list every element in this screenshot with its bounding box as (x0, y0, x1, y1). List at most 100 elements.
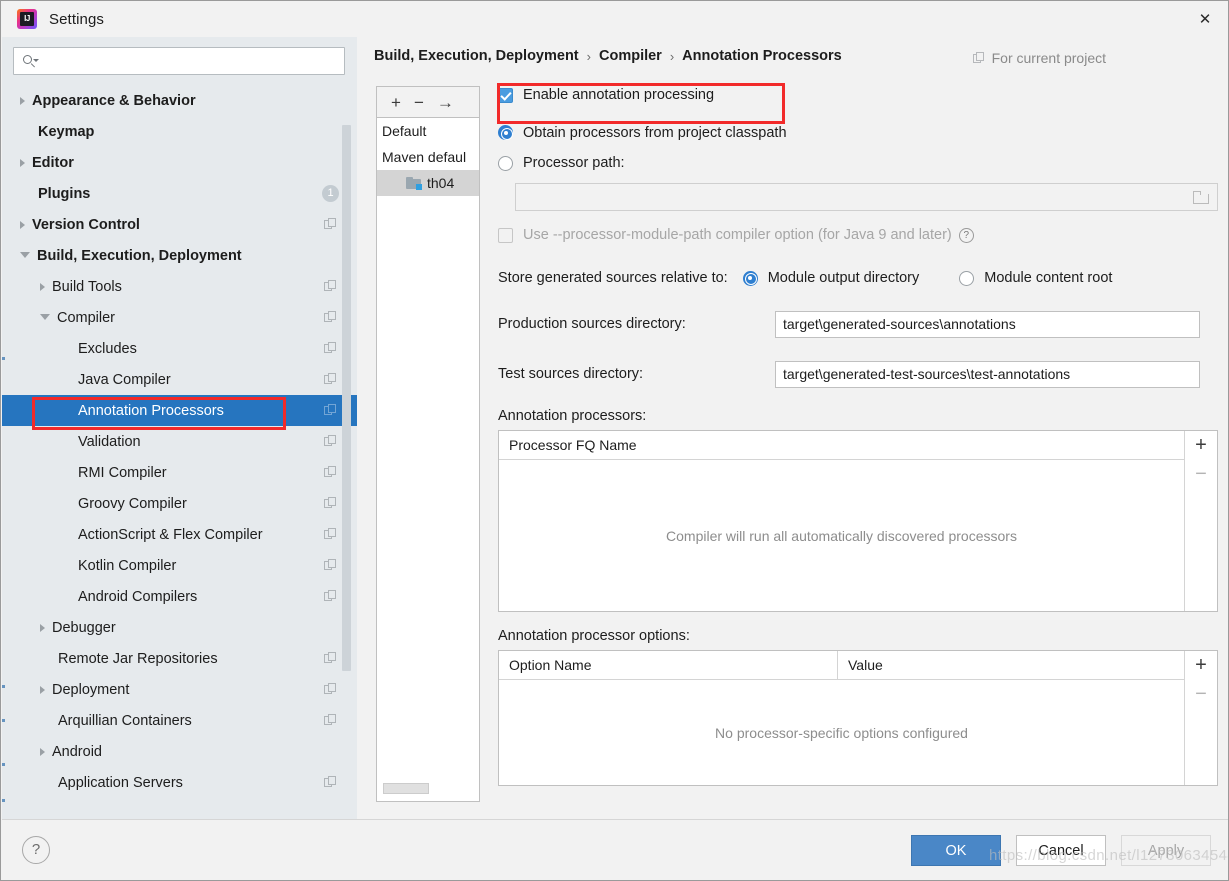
chevron-right-icon[interactable] (40, 282, 45, 291)
sidebar-item-label: Version Control (32, 216, 140, 233)
edge-artifact (2, 763, 5, 766)
chevron-down-icon[interactable] (40, 313, 50, 324)
sidebar-item-arquillian-containers[interactable]: Arquillian Containers (2, 705, 357, 736)
processor-module-path-checkbox[interactable] (498, 227, 513, 243)
obtain-from-classpath-row[interactable]: Obtain processors from project classpath (498, 117, 1218, 148)
test-sources-input[interactable] (775, 360, 1200, 388)
edge-artifact (2, 719, 5, 722)
processor-path-row[interactable]: Processor path: (498, 148, 1218, 178)
processor-path-input[interactable] (515, 183, 1218, 211)
add-profile-button[interactable]: + (391, 94, 401, 111)
breadcrumb-separator: › (669, 48, 675, 64)
sidebar-item-editor[interactable]: Editor (2, 147, 357, 178)
sidebar-scrollbar-thumb[interactable] (342, 125, 351, 671)
ok-button[interactable]: OK (911, 835, 1001, 866)
chevron-right-icon[interactable] (40, 685, 45, 694)
sidebar-item-build-tools[interactable]: Build Tools (2, 271, 357, 302)
apply-button[interactable]: Apply (1121, 835, 1211, 866)
add-processor-button[interactable]: + (1195, 435, 1207, 455)
sidebar-item-label: Excludes (78, 340, 137, 357)
cancel-button[interactable]: Cancel (1016, 835, 1106, 866)
sidebar-item-validation[interactable]: Validation (2, 426, 357, 457)
chevron-right-icon[interactable] (40, 623, 45, 632)
module-output-directory-label: Module output directory (767, 270, 920, 286)
remove-option-button[interactable]: − (1195, 684, 1207, 704)
options-table-body[interactable]: Option Name Value No processor-specific … (499, 650, 1184, 785)
chevron-right-icon[interactable] (20, 220, 25, 229)
sidebar-item-excludes[interactable]: Excludes (2, 333, 357, 364)
breadcrumb-part[interactable]: Compiler (599, 48, 662, 64)
copy-icon (324, 559, 337, 572)
sidebar-item-actionscript-flex-compiler[interactable]: ActionScript & Flex Compiler (2, 519, 357, 550)
chevron-down-icon[interactable] (20, 251, 30, 262)
module-output-directory-radio[interactable] (742, 270, 758, 286)
sidebar-item-debugger[interactable]: Debugger (2, 612, 357, 643)
profile-list-item[interactable]: Maven defaul (377, 144, 479, 170)
sidebar-item-annotation-processors[interactable]: Annotation Processors (2, 395, 357, 426)
sidebar-item-groovy-compiler[interactable]: Groovy Compiler (2, 488, 357, 519)
search-box[interactable] (13, 47, 345, 75)
column-header-value[interactable]: Value (837, 650, 1184, 680)
profile-list-item[interactable]: Default (377, 118, 479, 144)
folder-icon (406, 177, 422, 190)
processor-module-path-row[interactable]: Use --processor-module-path compiler opt… (498, 222, 1218, 248)
profile-list-item[interactable]: th04 (377, 170, 479, 196)
obtain-from-classpath-radio[interactable] (498, 125, 513, 140)
sidebar-item-deployment[interactable]: Deployment (2, 674, 357, 705)
folder-browse-icon[interactable] (1193, 190, 1209, 204)
search-input[interactable] (38, 53, 344, 69)
processors-table-body[interactable]: Processor FQ Name Compiler will run all … (499, 431, 1184, 611)
column-header-processor-fq-name[interactable]: Processor FQ Name (499, 431, 1184, 460)
chevron-right-icon[interactable] (40, 747, 45, 756)
profiles-hscrollbar-thumb[interactable] (383, 783, 429, 794)
column-header-option-name[interactable]: Option Name (499, 651, 837, 680)
sidebar-item-compiler[interactable]: Compiler (2, 302, 357, 333)
processors-table-header: Processor FQ Name (499, 431, 1184, 460)
sidebar-item-label: Annotation Processors (78, 402, 224, 419)
store-generated-sources-row: Store generated sources relative to: Mod… (498, 265, 1218, 291)
window-title: Settings (49, 10, 104, 28)
copy-icon (972, 51, 986, 65)
sidebar-item-rmi-compiler[interactable]: RMI Compiler (2, 457, 357, 488)
enable-annotation-processing-row[interactable]: Enable annotation processing (498, 82, 1218, 108)
edge-artifact (2, 685, 5, 688)
production-sources-input[interactable] (775, 310, 1200, 338)
test-sources-label: Test sources directory: (498, 366, 644, 382)
edge-artifact (2, 357, 5, 360)
remove-processor-button[interactable]: − (1195, 464, 1207, 484)
chevron-right-icon[interactable] (20, 158, 25, 167)
sidebar-item-label: Kotlin Compiler (78, 557, 177, 574)
add-option-button[interactable]: + (1195, 655, 1207, 675)
close-icon[interactable]: ✕ (1182, 1, 1228, 37)
sidebar-item-label: Android Compilers (78, 588, 198, 605)
sidebar-item-remote-jar-repositories[interactable]: Remote Jar Repositories (2, 643, 357, 674)
sidebar-item-android-compilers[interactable]: Android Compilers (2, 581, 357, 612)
sidebar-item-keymap[interactable]: Keymap (2, 116, 357, 147)
sidebar-item-java-compiler[interactable]: Java Compiler (2, 364, 357, 395)
sidebar-item-appearance-behavior[interactable]: Appearance & Behavior (2, 85, 357, 116)
processor-path-radio[interactable] (498, 155, 513, 171)
sidebar-item-label: Keymap (38, 123, 95, 140)
sidebar-item-application-servers[interactable]: Application Servers (2, 767, 357, 798)
obtain-from-classpath-label: Obtain processors from project classpath (523, 124, 787, 141)
breadcrumb-part[interactable]: Annotation Processors (682, 48, 842, 64)
sidebar-item-plugins[interactable]: Plugins 1 (2, 178, 357, 209)
module-content-root-radio[interactable] (959, 270, 975, 286)
help-button[interactable]: ? (22, 836, 50, 864)
sidebar-item-version-control[interactable]: Version Control (2, 209, 357, 240)
chevron-right-icon[interactable] (20, 96, 25, 105)
sidebar-item-kotlin-compiler[interactable]: Kotlin Compiler (2, 550, 357, 581)
remove-profile-button[interactable]: − (414, 94, 424, 111)
dialog-footer: ? OK Cancel Apply (2, 819, 1228, 880)
enable-annotation-processing-checkbox[interactable] (498, 87, 513, 103)
move-module-button[interactable]: → (437, 94, 454, 111)
sidebar-item-android[interactable]: Android (2, 736, 357, 767)
breadcrumb-part[interactable]: Build, Execution, Deployment (374, 48, 579, 64)
sidebar-item-build-execution-deployment[interactable]: Build, Execution, Deployment (2, 240, 357, 271)
profiles-hscrollbar-track[interactable] (379, 783, 479, 798)
help-icon[interactable]: ? (958, 227, 974, 243)
